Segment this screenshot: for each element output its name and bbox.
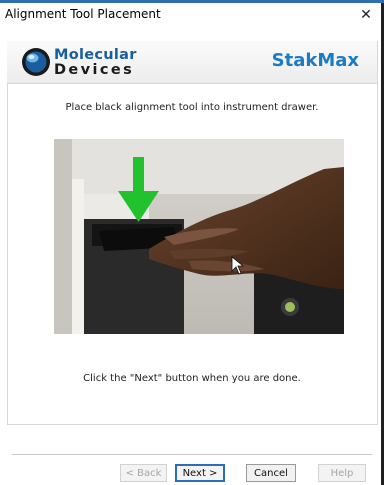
molecular-devices-logo-icon <box>22 48 50 76</box>
brand-banner: Molecular Devices StakMax <box>7 41 377 84</box>
logo-text-molecular: Molecular <box>54 47 137 63</box>
button-divider <box>12 454 372 455</box>
instrument-drawer-image <box>54 139 344 334</box>
instruction-click-next: Click the "Next" button when you are don… <box>83 373 301 384</box>
product-name: StakMax <box>271 50 359 71</box>
close-button[interactable]: ✕ <box>355 5 377 25</box>
logo-text-devices: Devices <box>54 62 135 78</box>
instruction-place-tool: Place black alignment tool into instrume… <box>65 102 319 113</box>
back-button[interactable]: < Back <box>120 464 167 482</box>
cancel-button[interactable]: Cancel <box>246 464 296 482</box>
help-button[interactable]: Help <box>318 464 366 482</box>
window-title: Alignment Tool Placement <box>5 7 161 21</box>
next-button[interactable]: Next > <box>175 464 225 482</box>
instruction-photo <box>54 139 344 334</box>
title-bar: Alignment Tool Placement ✕ <box>0 3 381 29</box>
